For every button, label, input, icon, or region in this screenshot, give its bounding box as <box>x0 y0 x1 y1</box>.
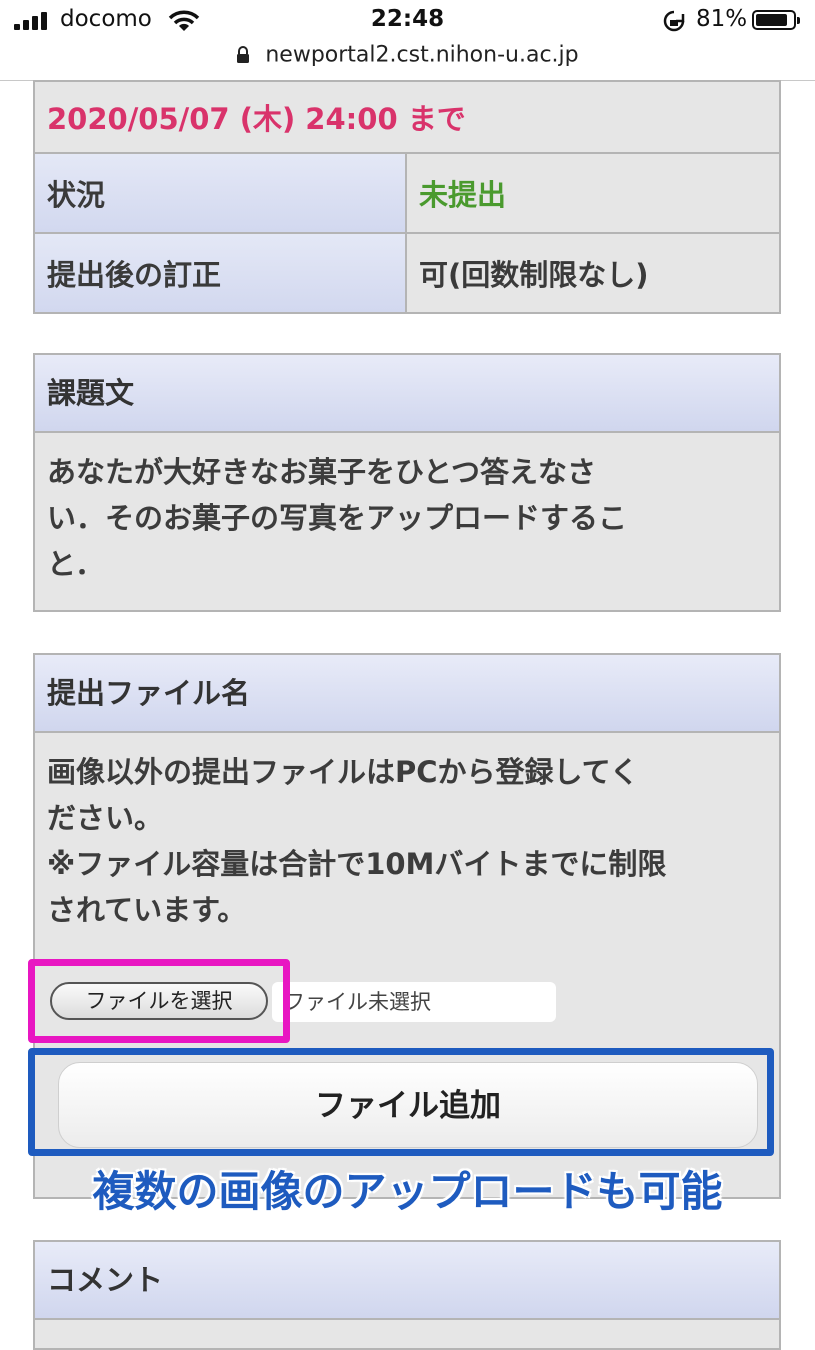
selected-file-name: ファイル未選択 <box>272 982 556 1022</box>
deadline-status-table: 2020/05/07 (木) 24:00 まで 状況 未提出 提出後の訂正 可(… <box>33 80 781 314</box>
submission-note-line: 画像以外の提出ファイルはPCから登録してく <box>47 755 639 789</box>
submission-header: 提出ファイル名 <box>35 655 779 733</box>
annotation-caption: 複数の画像のアップロードも可能 <box>92 1167 723 1216</box>
submission-note-line: ださい。 <box>47 801 164 835</box>
assignment-section: 課題文 あなたが大好きなお菓子をひとつ答えなさ い．そのお菓子の写真をアップロー… <box>33 353 781 612</box>
url-text: newportal2.cst.nihon-u.ac.jp <box>265 42 579 68</box>
battery-percentage: 81% <box>696 6 748 32</box>
battery-icon <box>752 10 800 30</box>
clock: 22:48 <box>370 6 445 32</box>
submission-notes: 画像以外の提出ファイルはPCから登録してく ださい。 ※ファイル容量は合計で10… <box>35 733 779 941</box>
rotation-lock-icon <box>663 10 685 32</box>
status-row: 状況 未提出 <box>35 152 779 232</box>
status-label: 状況 <box>35 154 407 232</box>
assignment-line: い．そのお菓子の写真をアップロードするこ <box>47 501 628 535</box>
status-value: 未提出 <box>407 154 779 232</box>
status-bar: docomo 22:48 81% <box>0 0 815 42</box>
correction-value: 可(回数制限なし) <box>407 234 779 312</box>
assignment-line: あなたが大好きなお菓子をひとつ答えなさ <box>47 455 596 489</box>
add-file-highlight <box>28 1048 774 1156</box>
choose-file-highlight <box>28 959 290 1043</box>
correction-label: 提出後の訂正 <box>35 234 407 312</box>
comment-header: コメント <box>35 1242 779 1320</box>
deadline-row: 2020/05/07 (木) 24:00 まで <box>35 82 779 152</box>
submission-note-line: ※ファイル容量は合計で10Mバイトまでに制限 <box>47 847 667 881</box>
lock-icon <box>237 46 250 63</box>
assignment-header: 課題文 <box>35 355 779 433</box>
correction-row: 提出後の訂正 可(回数制限なし) <box>35 232 779 312</box>
deadline-text: 2020/05/07 (木) 24:00 まで <box>47 102 466 136</box>
assignment-body: あなたが大好きなお菓子をひとつ答えなさ い．そのお菓子の写真をアップロードするこ… <box>35 433 779 595</box>
assignment-line: と． <box>47 547 105 581</box>
address-bar[interactable]: newportal2.cst.nihon-u.ac.jp <box>0 42 815 78</box>
submission-note-line: されています。 <box>47 893 247 927</box>
